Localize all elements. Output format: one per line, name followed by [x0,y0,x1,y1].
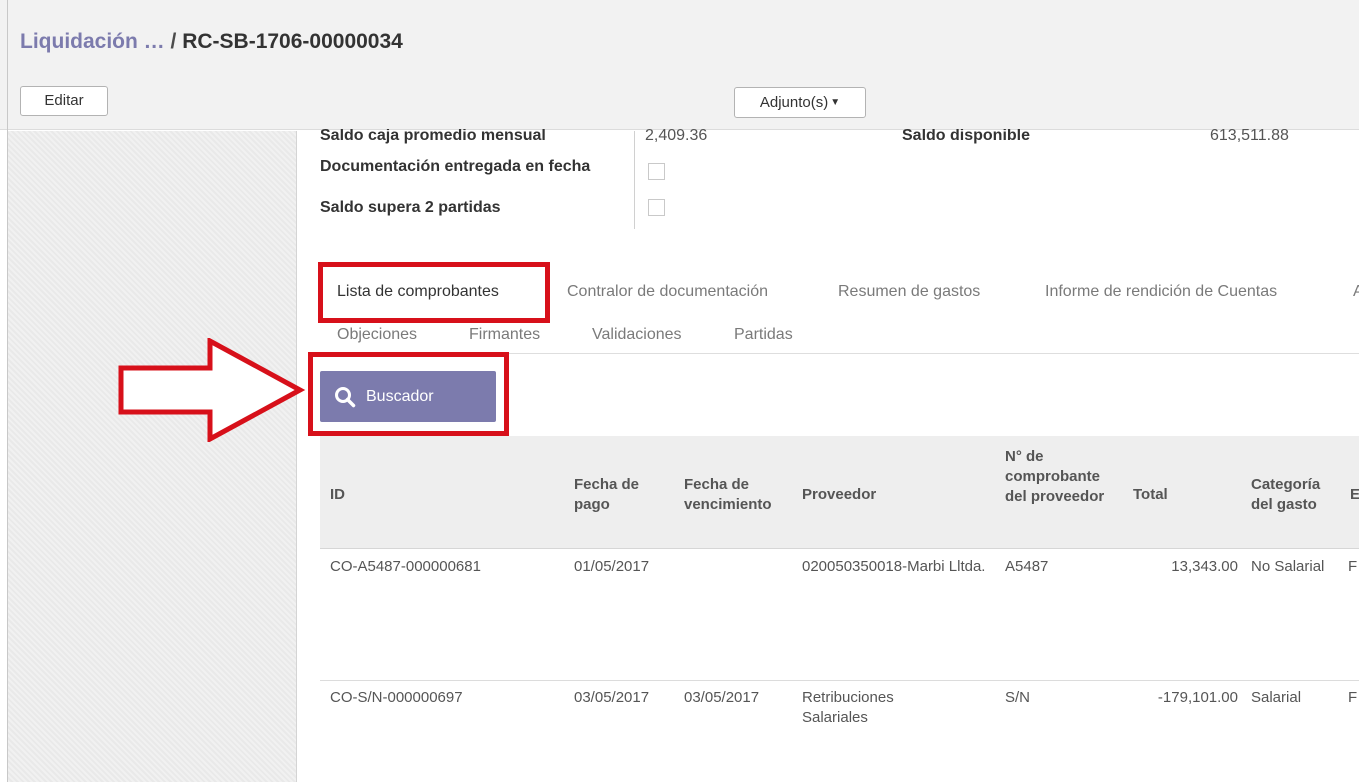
sheet-border [296,131,297,782]
saldo-caja-value: 2,409.36 [645,127,708,144]
attachments-label: Adjunto(s) [759,94,829,111]
table-cell-comprobante[interactable]: S/N [1005,688,1030,708]
column-header-proveedor[interactable]: Proveedor [802,485,876,505]
breadcrumb-separator: / [170,30,177,53]
tab-objeciones[interactable]: Objeciones [337,326,417,344]
table-cell-total[interactable]: 13,343.00 [1120,557,1238,577]
saldo-supera-checkbox[interactable] [648,199,665,216]
tab-firmantes[interactable]: Firmantes [469,326,540,344]
column-header-comprobante[interactable]: N° de comprobante del proveedor [1005,447,1123,507]
table-cell-comprobante[interactable]: A5487 [1005,557,1048,577]
breadcrumb: Liquidación … / RC-SB-1706-00000034 [20,30,403,54]
column-header-truncated[interactable]: E [1350,485,1359,505]
tab-validaciones[interactable]: Validaciones [592,326,682,344]
row-divider [320,680,1359,681]
table-cell-id[interactable]: CO-S/N-000000697 [330,688,463,708]
highlight-box-search [308,352,509,436]
table-cell-fecha-pago[interactable]: 01/05/2017 [574,557,649,577]
control-panel: Liquidación … / RC-SB-1706-00000034 Edit… [0,0,1359,130]
saldo-disponible-value: 613,511.88 [1210,127,1289,144]
table-cell-fecha-vencimiento[interactable]: 03/05/2017 [684,688,759,708]
documentacion-label: Documentación entregada en fecha [320,158,591,175]
column-header-total[interactable]: Total [1133,485,1168,505]
table-cell-categoria[interactable]: Salarial [1251,688,1301,708]
breadcrumb-parent-link[interactable]: Liquidación … [20,30,165,53]
table-cell-total[interactable]: -179,101.00 [1120,688,1238,708]
column-header-fecha-pago[interactable]: Fecha de pago [574,475,664,515]
tab-partidas[interactable]: Partidas [734,326,793,344]
documentacion-checkbox[interactable] [648,163,665,180]
breadcrumb-current: RC-SB-1706-00000034 [182,30,403,53]
column-header-fecha-vencimiento[interactable]: Fecha de vencimiento [684,475,794,515]
column-header-categoria[interactable]: Categoría del gasto [1251,475,1341,515]
table-cell-fecha-pago[interactable]: 03/05/2017 [574,688,649,708]
table-cell-categoria[interactable]: No Salarial [1251,557,1331,577]
tab-resumen-de-gastos[interactable]: Resumen de gastos [838,283,980,301]
highlight-box-tab [318,262,550,323]
caret-down-icon: ▼ [830,97,841,108]
tab-contralor-de-documentacion[interactable]: Contralor de documentación [567,283,768,301]
column-header-id[interactable]: ID [330,485,345,505]
table-cell-truncated[interactable]: F [1348,688,1357,708]
table-cell-proveedor[interactable]: 020050350018-Marbi Lltda. [802,557,987,577]
table-cell-proveedor[interactable]: Retribuciones Salariales [802,688,942,728]
table-cell-truncated[interactable]: F [1348,557,1357,577]
left-background [8,131,296,782]
tab-truncated[interactable]: A [1353,283,1359,301]
saldo-caja-label: Saldo caja promedio mensual [320,127,546,144]
field-divider [634,131,635,229]
saldo-supera-label: Saldo supera 2 partidas [320,199,501,216]
tab-informe-de-rendicion[interactable]: Informe de rendición de Cuentas [1045,283,1277,301]
saldo-disponible-label: Saldo disponible [902,127,1031,144]
edit-button[interactable]: Editar [20,86,108,116]
table-cell-id[interactable]: CO-A5487-000000681 [330,557,481,577]
attachments-dropdown-button[interactable]: Adjunto(s) ▼ [734,87,866,118]
red-arrow-icon [118,338,306,442]
